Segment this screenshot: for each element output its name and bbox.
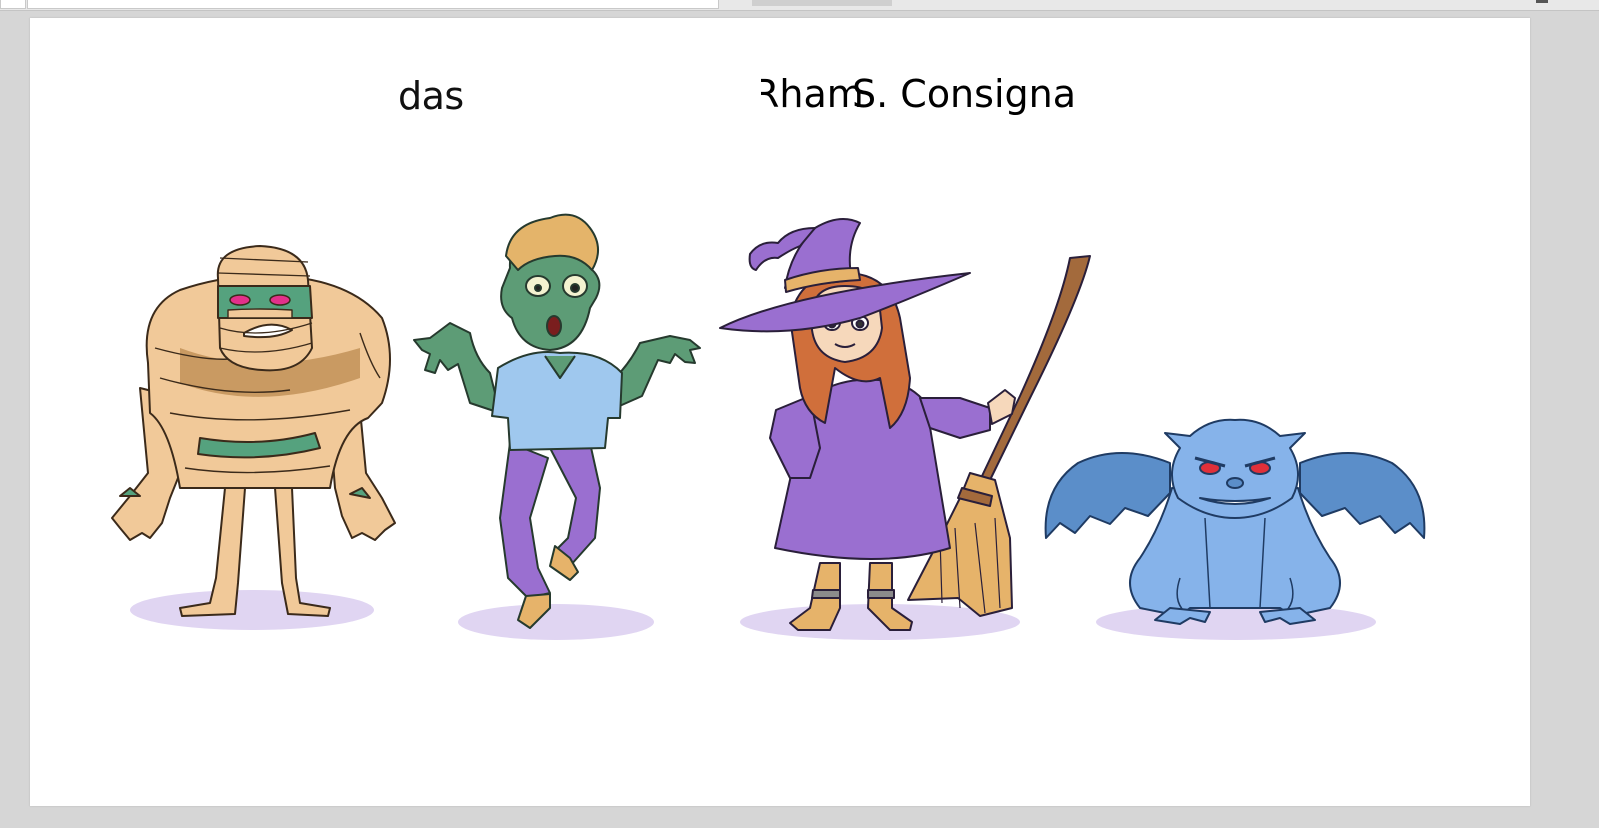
slide-canvas: das Rham S. Consigna (30, 18, 1530, 806)
minimize-icon[interactable] (1536, 0, 1548, 3)
gargoyle-icon (1044, 418, 1426, 640)
witch-icon (719, 218, 1091, 640)
toolbar-strip (0, 0, 1599, 11)
toolbar-tab[interactable] (752, 0, 892, 6)
toolbar-box-left[interactable] (0, 0, 26, 9)
zombie-icon (413, 213, 701, 640)
characters-illustration (111, 213, 1426, 640)
mummy-icon (111, 245, 396, 630)
toolbar-field[interactable] (27, 0, 719, 9)
